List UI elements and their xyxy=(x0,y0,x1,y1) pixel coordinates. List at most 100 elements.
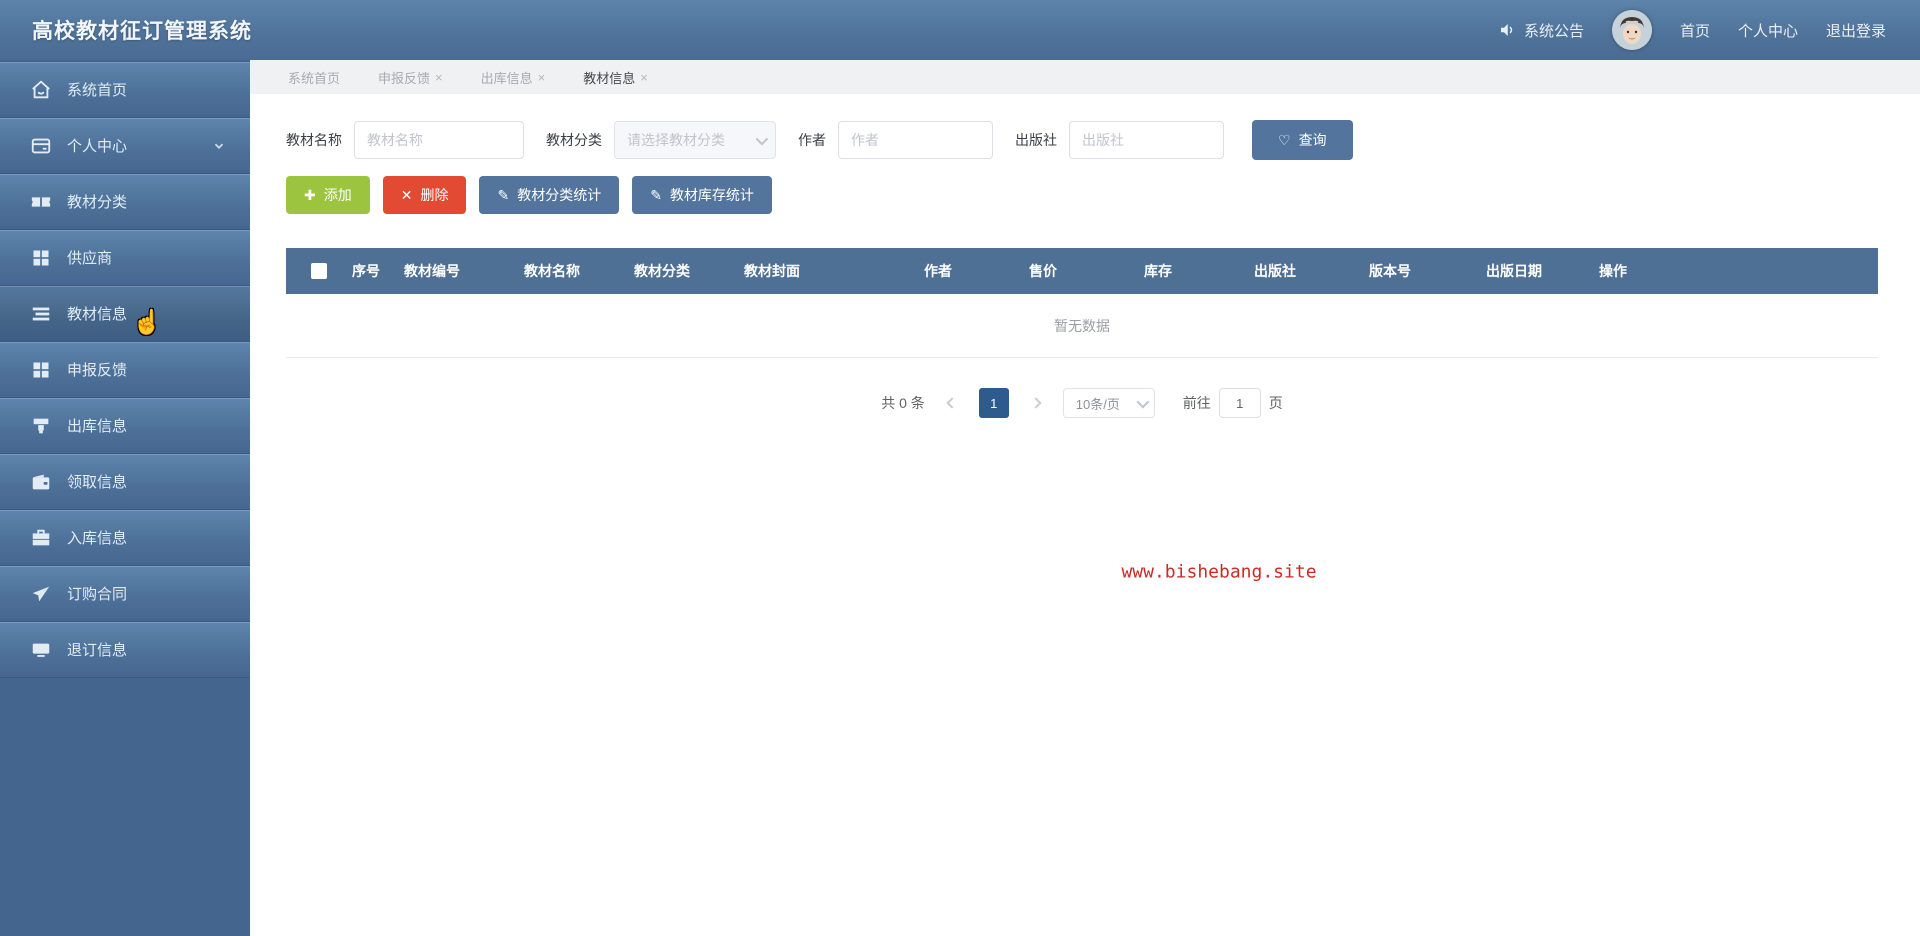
tab-system-home[interactable]: 系统首页 xyxy=(288,68,340,87)
app-title: 高校教材征订管理系统 xyxy=(32,20,252,43)
sidebar-item-declare-feedback[interactable]: 申报反馈 xyxy=(0,342,250,398)
nav-profile[interactable]: 个人中心 xyxy=(1738,20,1798,41)
sidebar-item-system-home[interactable]: 系统首页 xyxy=(0,62,250,118)
tab-label: 出库信息 xyxy=(480,70,533,86)
sidebar-item-label: 教材分类 xyxy=(67,194,128,211)
table-header-row: 序号 教材编号 教材名称 教材分类 教材封面 作者 售价 库存 出版社 版本号 … xyxy=(286,248,1878,294)
table-empty-row: 暂无数据 xyxy=(286,294,1878,358)
sidebar-item-unsubscribe-info[interactable]: 退订信息 xyxy=(0,622,250,678)
column-header: 序号 xyxy=(352,263,380,279)
sidebar-item-textbook-info[interactable]: 教材信息 xyxy=(0,286,250,342)
publisher-label: 出版社 xyxy=(1015,132,1057,148)
empty-data-text: 暂无数据 xyxy=(1054,317,1110,334)
watermark-text: www.bishebang.site xyxy=(1121,561,1317,583)
sidebar-item-outbound-info[interactable]: 出库信息 xyxy=(0,398,250,454)
grid-icon xyxy=(30,247,52,269)
sidebar-item-inbound-info[interactable]: 入库信息 xyxy=(0,510,250,566)
textbook-table: 序号 教材编号 教材名称 教材分类 教材封面 作者 售价 库存 出版社 版本号 … xyxy=(286,248,1878,358)
plus-icon: ✚ xyxy=(304,187,316,203)
column-header: 教材封面 xyxy=(744,263,800,279)
sidebar-item-label: 退订信息 xyxy=(67,642,128,659)
select-all-checkbox[interactable] xyxy=(311,263,327,279)
pencil-icon: ✎ xyxy=(650,187,662,203)
grid-icon xyxy=(30,359,52,381)
topbar-right: 系统公告 首页 个人中心 退出登录 xyxy=(1498,10,1886,50)
nav-home[interactable]: 首页 xyxy=(1680,20,1710,41)
tab-label: 系统首页 xyxy=(288,70,341,86)
tab-outbound-info[interactable]: 出库信息 × xyxy=(481,68,546,87)
monitor-icon xyxy=(30,639,52,661)
author-input[interactable] xyxy=(838,121,993,159)
delete-button[interactable]: ✕ 删除 xyxy=(382,176,467,214)
page-number-button[interactable]: 1 xyxy=(978,388,1009,418)
delete-button-label: 删除 xyxy=(420,187,449,203)
column-header: 售价 xyxy=(1029,263,1057,279)
textbook-name-input[interactable] xyxy=(354,121,524,159)
close-icon[interactable]: × xyxy=(538,70,546,85)
outbox-icon xyxy=(30,415,52,437)
sidebar-item-label: 教材信息 xyxy=(67,306,128,323)
tab-label: 教材信息 xyxy=(583,70,636,86)
textbook-name-label: 教材名称 xyxy=(286,132,342,148)
nav-logout[interactable]: 退出登录 xyxy=(1826,20,1886,41)
close-icon: ✕ xyxy=(400,187,413,203)
tab-textbook-info[interactable]: 教材信息 × xyxy=(583,68,648,87)
suitcase-icon xyxy=(30,527,52,549)
sidebar-item-label: 系统首页 xyxy=(67,82,128,99)
list-icon xyxy=(30,303,52,325)
app-window: 高校教材征订管理系统 系统公告 首页 个人中心 退出登录 系统首页 个人中心 教… xyxy=(0,0,1920,936)
chevron-left-icon xyxy=(946,397,958,409)
column-header: 库存 xyxy=(1144,263,1172,279)
textbook-category-label: 教材分类 xyxy=(546,132,602,148)
add-button[interactable]: ✚ 添加 xyxy=(286,176,370,214)
query-button[interactable]: ♡ 查询 xyxy=(1252,120,1353,160)
select-all-cell xyxy=(286,263,352,279)
heart-icon: ♡ xyxy=(1278,132,1291,148)
main-area: 系统首页 申报反馈 × 出库信息 × 教材信息 × 教材名称 教材名称 教材分类… xyxy=(250,60,1920,936)
column-header: 教材编号 xyxy=(404,263,460,279)
total-count-text: 共 0 条 xyxy=(881,395,925,411)
pagination: 共 0 条 1 10条/页 前往 页 xyxy=(286,388,1878,418)
textbook-category-select[interactable]: 请选择教材分类 xyxy=(614,121,776,159)
goto-page-input[interactable] xyxy=(1218,388,1261,418)
wallet-icon xyxy=(30,471,52,493)
sidebar-item-label: 供应商 xyxy=(67,250,113,267)
add-button-label: 添加 xyxy=(323,187,352,203)
publisher-input[interactable] xyxy=(1069,121,1224,159)
avatar[interactable] xyxy=(1611,10,1652,50)
column-header: 出版日期 xyxy=(1486,263,1542,279)
close-icon[interactable]: × xyxy=(640,70,648,85)
chevron-right-icon xyxy=(1030,397,1042,409)
send-icon xyxy=(30,583,52,605)
sidebar-item-receive-info[interactable]: 领取信息 xyxy=(0,454,250,510)
goto-suffix: 页 xyxy=(1268,395,1283,411)
goto-page-group: 前往 页 xyxy=(1183,388,1283,418)
sidebar-item-label: 申报反馈 xyxy=(67,362,128,379)
postcard-icon xyxy=(30,135,52,157)
tab-declare-feedback[interactable]: 申报反馈 × xyxy=(378,68,443,87)
chevron-down-icon[interactable] xyxy=(210,137,228,155)
category-stats-label: 教材分类统计 xyxy=(517,187,602,203)
column-header: 版本号 xyxy=(1369,263,1411,279)
sidebar-item-supplier[interactable]: 供应商 xyxy=(0,230,250,286)
page-size-value: 10条/页 xyxy=(1075,396,1120,412)
sidebar-item-textbook-category[interactable]: 教材分类 xyxy=(0,174,250,230)
stock-stats-button[interactable]: ✎ 教材库存统计 xyxy=(632,176,772,214)
tab-label: 申报反馈 xyxy=(378,70,431,86)
sidebar: 系统首页 个人中心 教材分类 供应商 教材信息 申报反馈 出库信息 领取信息 入… xyxy=(0,60,250,936)
close-icon[interactable]: × xyxy=(435,70,443,85)
category-stats-button[interactable]: ✎ 教材分类统计 xyxy=(479,176,620,214)
ticket-icon xyxy=(30,191,52,213)
prev-page-button[interactable] xyxy=(939,390,965,416)
home-icon xyxy=(30,79,52,101)
sidebar-item-personal-center[interactable]: 个人中心 xyxy=(0,118,250,174)
content-area: 教材名称 教材分类 请选择教材分类 作者 出版社 ♡ xyxy=(250,94,1920,936)
sidebar-item-order-contract[interactable]: 订购合同 xyxy=(0,566,250,622)
page-size-select[interactable]: 10条/页 xyxy=(1062,388,1155,418)
sidebar-item-label: 个人中心 xyxy=(67,138,128,155)
author-label: 作者 xyxy=(798,132,826,148)
next-page-button[interactable] xyxy=(1023,390,1049,416)
system-announcement-button[interactable]: 系统公告 xyxy=(1498,20,1584,41)
sidebar-item-label: 领取信息 xyxy=(67,474,128,491)
chevron-down-icon xyxy=(755,132,769,145)
